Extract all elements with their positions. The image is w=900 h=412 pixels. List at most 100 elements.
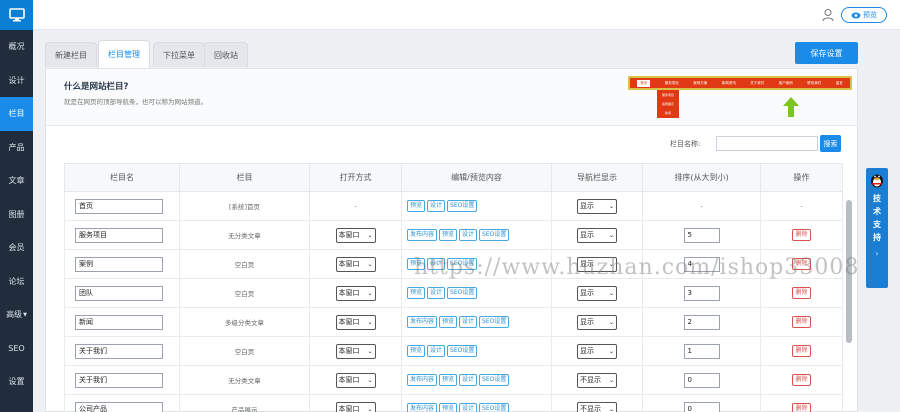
- nav-preview-item: 首页: [637, 79, 651, 87]
- action-button[interactable]: 预览: [407, 345, 426, 357]
- action-button[interactable]: 设计: [427, 287, 446, 299]
- sidebar-item[interactable]: 会员: [0, 231, 33, 265]
- open-mode-select[interactable]: 本窗口 ⌄: [335, 227, 376, 243]
- delete-button[interactable]: 删除: [792, 374, 811, 386]
- action-button[interactable]: 预览: [439, 316, 458, 328]
- nav-preview-dropdown-item: 案例展示: [661, 101, 674, 106]
- delete-button[interactable]: 删除: [792, 287, 811, 299]
- column-name-input[interactable]: 公司产品: [75, 401, 163, 412]
- delete-button[interactable]: 删除: [792, 229, 811, 241]
- preview-button[interactable]: 预览: [841, 7, 887, 23]
- action-button[interactable]: 预览: [439, 229, 458, 241]
- action-button[interactable]: 发布内容: [407, 374, 438, 386]
- sidebar-item[interactable]: 产品: [0, 131, 33, 165]
- column-name-input[interactable]: 关于我们: [75, 343, 163, 359]
- cell-type: 无分类文章: [179, 220, 310, 250]
- action-button[interactable]: 发布内容: [407, 316, 438, 328]
- cell-actions: 发布内容 预览 设计 SEO设置: [401, 220, 552, 250]
- cell-order: 1: [642, 336, 761, 366]
- action-button[interactable]: 设计: [459, 229, 478, 241]
- action-button[interactable]: 设计: [459, 316, 478, 328]
- action-button[interactable]: 设计: [459, 403, 478, 412]
- sidebar-item[interactable]: 设置: [0, 365, 33, 399]
- sidebar-item[interactable]: 论坛: [0, 265, 33, 299]
- nav-display-select[interactable]: 显示 ⌄: [577, 198, 617, 214]
- nav-preview-dropdown-item: 新闻: [664, 111, 671, 116]
- sidebar-item[interactable]: 设计: [0, 64, 33, 98]
- tab-recycle-bin[interactable]: 回收站: [204, 42, 248, 67]
- nav-display-select[interactable]: 显示 ⌄: [577, 285, 617, 301]
- tab-column-management[interactable]: 栏目管理: [98, 40, 150, 68]
- nav-display-select[interactable]: 显示 ⌄: [577, 343, 617, 359]
- user-icon[interactable]: [822, 8, 834, 22]
- nav-display-select[interactable]: 显示 ⌄: [577, 227, 617, 243]
- search-button[interactable]: 搜索: [820, 135, 841, 152]
- action-button[interactable]: SEO设置: [479, 374, 510, 386]
- delete-button[interactable]: 删除: [792, 316, 811, 328]
- table-row: 团队 空白页 本窗口 ⌄ 预览 设计 SEO设置 显示 ⌄ 3 删除: [64, 278, 843, 308]
- action-button[interactable]: 预览: [439, 374, 458, 386]
- action-button[interactable]: 预览: [407, 287, 426, 299]
- column-name-input[interactable]: 案例: [75, 256, 163, 272]
- table-header-cell: 操作: [760, 163, 843, 192]
- table-row: 新闻 多级分类文章 本窗口 ⌄ 发布内容 预览 设计 SEO设置 显示 ⌄ 2 删除: [64, 307, 843, 337]
- nav-display-select[interactable]: 不显示 ⌄: [577, 372, 617, 388]
- open-mode-select[interactable]: 本窗口 ⌄: [335, 372, 376, 388]
- action-button[interactable]: SEO设置: [479, 403, 510, 412]
- column-name-input[interactable]: 首页: [75, 198, 163, 214]
- action-button[interactable]: 预览: [439, 403, 458, 412]
- nav-display-select[interactable]: 不显示 ⌄: [577, 401, 617, 412]
- column-name-input[interactable]: 服务项目: [75, 227, 163, 243]
- sidebar-item[interactable]: 栏目: [0, 97, 33, 131]
- tab-new-column[interactable]: 新建栏目: [45, 42, 97, 67]
- action-button[interactable]: SEO设置: [447, 200, 478, 212]
- action-button[interactable]: SEO设置: [447, 345, 478, 357]
- nav-display-select[interactable]: 显示 ⌄: [577, 314, 617, 330]
- action-button[interactable]: 发布内容: [407, 229, 438, 241]
- action-button[interactable]: 设计: [459, 374, 478, 386]
- action-button[interactable]: SEO设置: [479, 229, 510, 241]
- sidebar-item[interactable]: SEO: [0, 332, 33, 366]
- nav-display-value: 显示: [580, 347, 594, 355]
- sidebar-item-label: 设计: [8, 75, 25, 85]
- sidebar-item[interactable]: 概况: [0, 30, 33, 64]
- monitor-logo-icon[interactable]: [0, 0, 33, 30]
- sort-order-input[interactable]: 1: [683, 343, 720, 359]
- sidebar-item[interactable]: 文章: [0, 164, 33, 198]
- tab-dropdown-menu[interactable]: 下拉菜单: [153, 42, 205, 67]
- sidebar-item[interactable]: 高级 ▼: [0, 298, 33, 332]
- chevron-down-icon: ⌄: [608, 405, 614, 412]
- open-mode-select[interactable]: 本窗口 ⌄: [335, 285, 376, 301]
- save-settings-button[interactable]: 保存设置: [795, 42, 858, 64]
- open-mode-select[interactable]: 本窗口 ⌄: [335, 256, 376, 272]
- column-name-input[interactable]: 关于我们: [75, 372, 163, 388]
- column-name-input[interactable]: 新闻: [75, 314, 163, 330]
- sort-order-input[interactable]: 0: [683, 401, 720, 412]
- open-mode-value: 本窗口: [338, 376, 360, 384]
- penguin-icon: [871, 174, 883, 188]
- action-button[interactable]: 预览: [407, 200, 426, 212]
- column-name-input[interactable]: 团队: [75, 285, 163, 301]
- action-button[interactable]: SEO设置: [479, 316, 510, 328]
- column-name-search-input[interactable]: [716, 136, 818, 151]
- tech-support-widget[interactable]: 技术支持 ›: [866, 168, 888, 288]
- column-table: 栏目名 栏目 打开方式 编辑/预览内容 导航栏显示 排序(从大到小) 操作 首页 [系统]首页…: [64, 163, 843, 412]
- action-button[interactable]: SEO设置: [447, 287, 478, 299]
- delete-button[interactable]: 删除: [792, 403, 811, 412]
- action-button[interactable]: 发布内容: [407, 403, 438, 412]
- action-button[interactable]: 设计: [427, 200, 446, 212]
- open-mode-select[interactable]: 本窗口 ⌄: [335, 343, 376, 359]
- table-header-cell: 导航栏显示: [551, 163, 643, 192]
- delete-button[interactable]: 删除: [792, 345, 811, 357]
- sort-order-input[interactable]: 5: [683, 227, 720, 243]
- sidebar-item-label: 高级: [6, 310, 23, 320]
- open-mode-select[interactable]: 本窗口 ⌄: [335, 314, 376, 330]
- sort-order-input[interactable]: 3: [683, 285, 720, 301]
- action-button[interactable]: 设计: [427, 345, 446, 357]
- open-mode-select[interactable]: 本窗口 ⌄: [335, 401, 376, 412]
- sort-order-input[interactable]: 0: [683, 372, 720, 388]
- sort-order-input[interactable]: 2: [683, 314, 720, 330]
- cell-display: 显示 ⌄: [551, 336, 643, 366]
- nav-preview-image: 首页 服务项目 案例方案 新闻资讯 关于我们 客户案例 联系我们 留言: [628, 76, 852, 90]
- sidebar-item[interactable]: 图册: [0, 198, 33, 232]
